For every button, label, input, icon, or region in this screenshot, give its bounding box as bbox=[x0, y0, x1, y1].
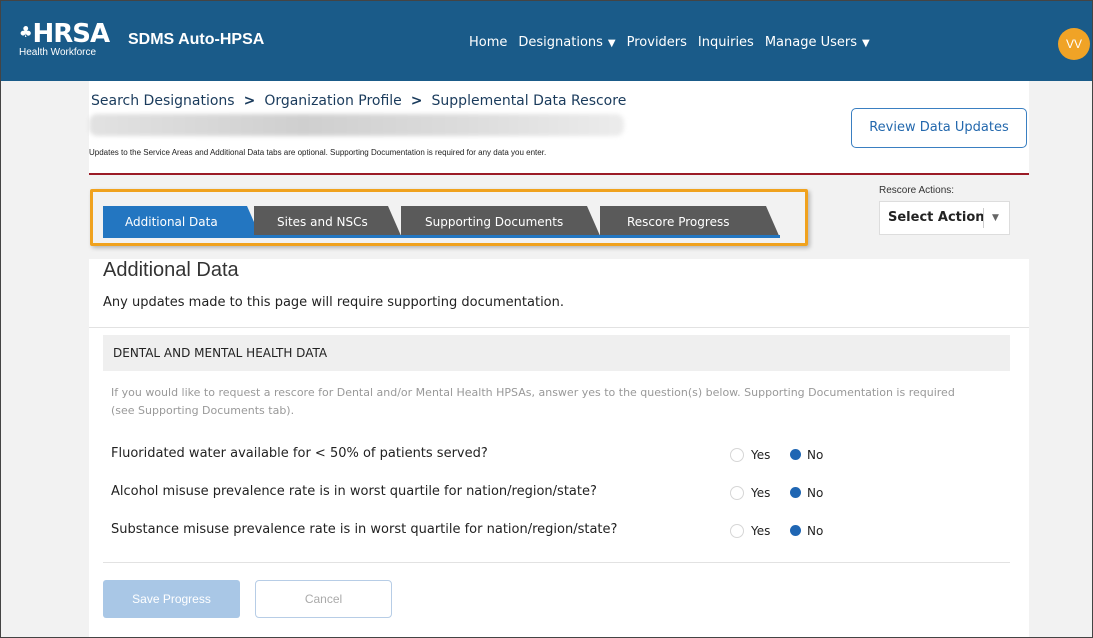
breadcrumb-separator: > bbox=[410, 93, 423, 109]
tab-sites-and-nscs[interactable]: Sites and NSCs bbox=[254, 206, 402, 238]
no-label: No bbox=[807, 448, 824, 462]
tab-rescore-progress[interactable]: Rescore Progress bbox=[600, 206, 780, 238]
tab-underline bbox=[254, 235, 402, 238]
tab-label: Rescore Progress bbox=[627, 215, 730, 229]
cancel-button[interactable]: Cancel bbox=[255, 580, 392, 618]
chevron-down-icon: ▼ bbox=[607, 38, 616, 49]
section-instructions: If you would like to request a rescore f… bbox=[111, 386, 955, 417]
yes-label: Yes bbox=[751, 486, 771, 500]
yes-label: Yes bbox=[751, 524, 771, 538]
rescore-actions-label: Rescore Actions: bbox=[879, 185, 955, 196]
chevron-down-icon: ▼ bbox=[992, 213, 999, 223]
top-navigation-bar: ♣HRSA Health Workforce SDMS Auto-HPSA Ho… bbox=[1, 1, 1092, 81]
nav-manage-users[interactable]: Manage Users ▼ bbox=[765, 35, 870, 50]
tab-underline bbox=[103, 235, 261, 238]
tab-underline bbox=[600, 235, 780, 238]
chevron-down-icon: ▼ bbox=[862, 38, 870, 49]
question-alcohol-misuse: Alcohol misuse prevalence rate is in wor… bbox=[111, 484, 597, 499]
breadcrumb-search-designations[interactable]: Search Designations bbox=[91, 93, 235, 109]
hrsa-logo[interactable]: ♣HRSA Health Workforce bbox=[19, 19, 114, 59]
radio-icon[interactable] bbox=[790, 487, 801, 498]
select-value: Select Action bbox=[888, 210, 985, 225]
question-substance-misuse: Substance misuse prevalence rate is in w… bbox=[111, 522, 618, 537]
breadcrumb: Search Designations > Organization Profile… bbox=[91, 93, 626, 109]
optional-note: Updates to the Service Areas and Additio… bbox=[89, 148, 547, 157]
question-fluoridated-water: Fluoridated water available for < 50% of… bbox=[111, 446, 488, 461]
user-avatar[interactable]: VV bbox=[1058, 28, 1090, 60]
radio-icon[interactable] bbox=[730, 524, 744, 538]
app-title: SDMS Auto-HPSA bbox=[128, 31, 265, 48]
main-nav: Home Designations ▼ Providers Inquiries M… bbox=[469, 35, 881, 50]
save-progress-button[interactable]: Save Progress bbox=[103, 580, 240, 618]
no-label: No bbox=[807, 486, 824, 500]
select-divider bbox=[983, 208, 984, 228]
divider bbox=[89, 327, 1029, 328]
tab-label: Sites and NSCs bbox=[277, 215, 368, 229]
radio-icon[interactable] bbox=[730, 448, 744, 462]
page-content: Search Designations > Organization Profile… bbox=[89, 81, 1029, 637]
breadcrumb-separator: > bbox=[243, 93, 256, 109]
tab-underline bbox=[401, 235, 601, 238]
page-subtitle: Any updates made to this page will requi… bbox=[103, 295, 565, 310]
eagle-icon: ♣ bbox=[19, 23, 32, 41]
page-title: Additional Data bbox=[103, 259, 239, 281]
app-window: ♣HRSA Health Workforce SDMS Auto-HPSA Ho… bbox=[0, 0, 1093, 638]
nav-inquiries[interactable]: Inquiries bbox=[698, 35, 754, 50]
tab-label: Supporting Documents bbox=[425, 215, 564, 229]
section-heading: DENTAL AND MENTAL HEALTH DATA bbox=[103, 335, 1010, 371]
breadcrumb-organization-profile[interactable]: Organization Profile bbox=[264, 93, 401, 109]
radio-icon[interactable] bbox=[730, 486, 744, 500]
logo-wordmark: ♣HRSA bbox=[19, 19, 110, 49]
tab-additional-data[interactable]: Additional Data bbox=[103, 206, 261, 238]
tab-supporting-documents[interactable]: Supporting Documents bbox=[401, 206, 601, 238]
nav-designations[interactable]: Designations ▼ bbox=[518, 35, 615, 50]
radio-icon[interactable] bbox=[790, 449, 801, 460]
nav-home[interactable]: Home bbox=[469, 35, 507, 50]
review-data-updates-button[interactable]: Review Data Updates bbox=[851, 108, 1027, 148]
nav-providers[interactable]: Providers bbox=[627, 35, 687, 50]
no-label: No bbox=[807, 524, 824, 538]
tab-label: Additional Data bbox=[125, 215, 218, 229]
divider bbox=[103, 562, 1010, 563]
breadcrumb-current: Supplemental Data Rescore bbox=[431, 93, 627, 109]
yes-label: Yes bbox=[751, 448, 771, 462]
redacted-organization-name bbox=[89, 114, 624, 136]
rescore-action-select[interactable]: Select Action ▼ bbox=[879, 201, 1010, 235]
radio-icon[interactable] bbox=[790, 525, 801, 536]
